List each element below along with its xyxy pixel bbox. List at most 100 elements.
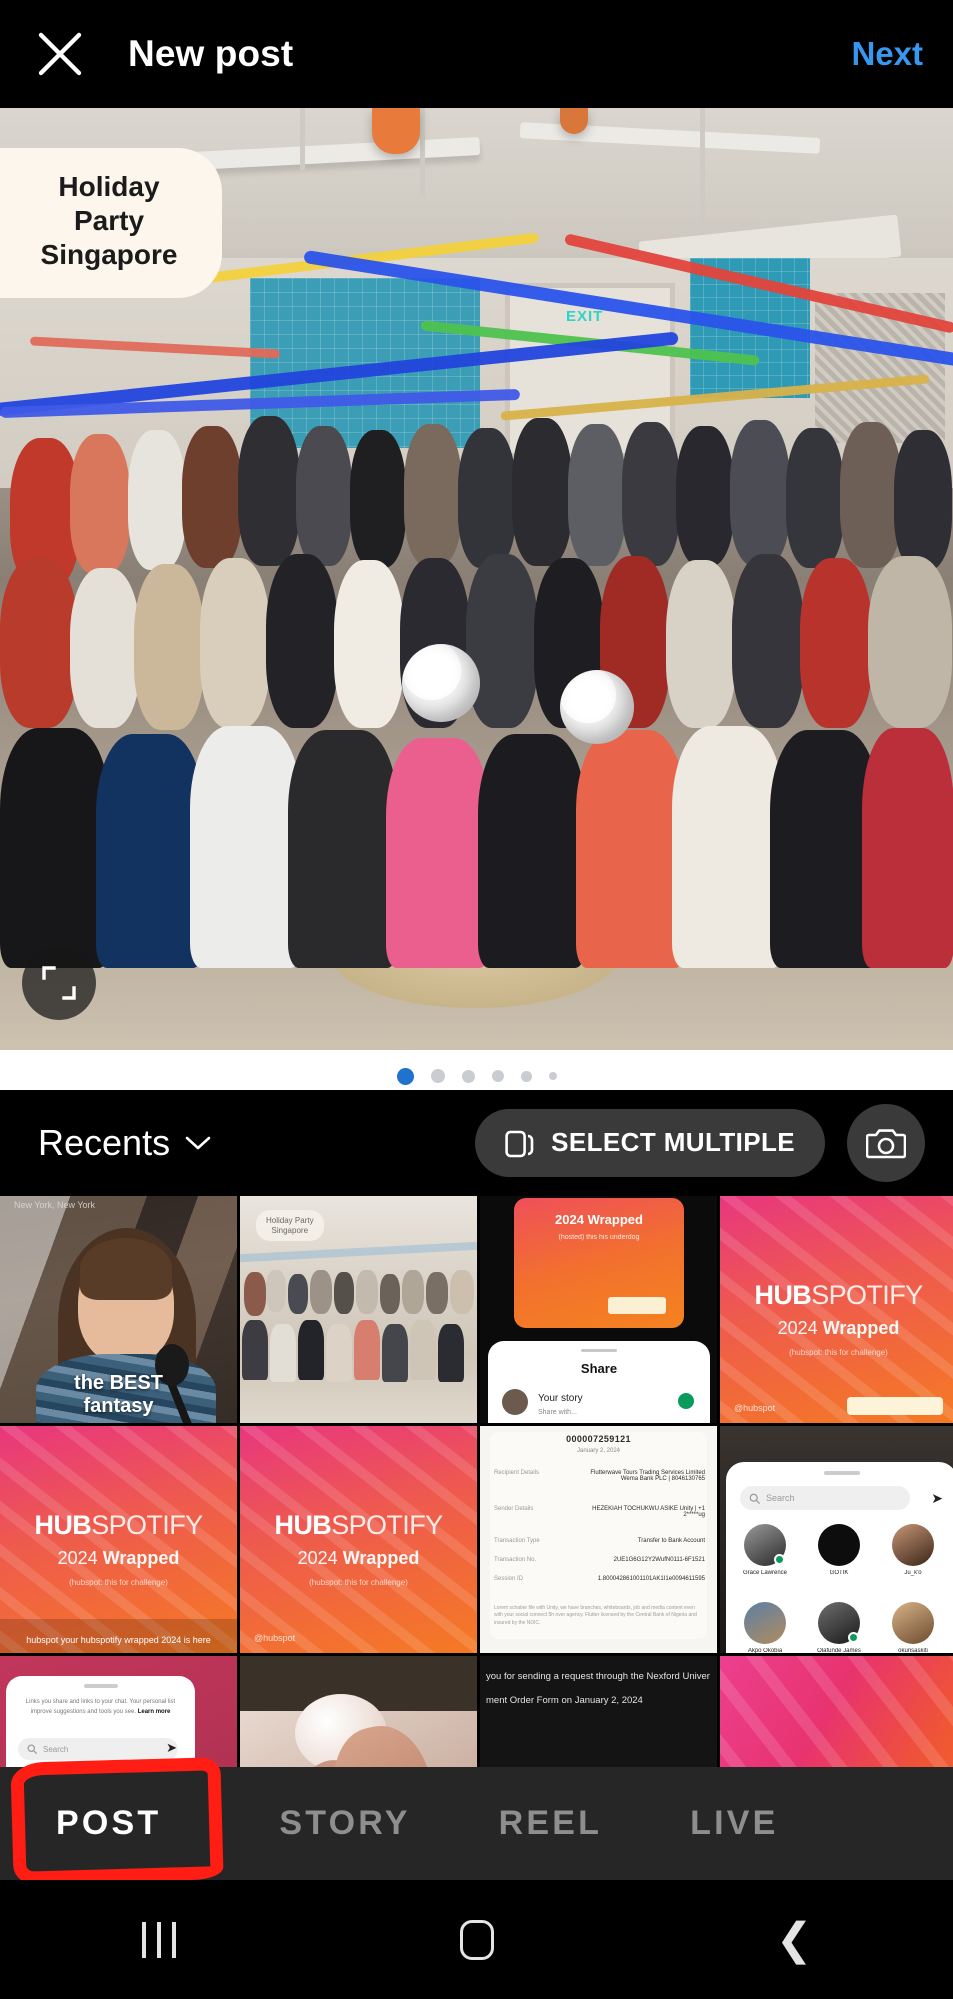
receipt-date: January 2, 2024 xyxy=(576,1448,621,1454)
brand-bold: HUB xyxy=(34,1510,92,1540)
dot-active[interactable] xyxy=(396,1067,414,1085)
gallery-thumb[interactable]: Search ➤ Grace Lawrence GOTIK Ju_k'o Akp… xyxy=(720,1426,953,1653)
share-icon: ➤ xyxy=(166,1740,177,1755)
select-multiple-label: SELECT MULTIPLE xyxy=(551,1127,795,1157)
wrapped-word: Wrapped xyxy=(102,1548,180,1568)
gallery-thumb[interactable]: HUBSPOTIFY 2024 Wrapped (hubspot: this f… xyxy=(720,1196,953,1423)
page-title: New post xyxy=(128,33,294,74)
search-field: Search xyxy=(18,1738,178,1760)
wrapped-year: 2024 xyxy=(777,1318,818,1338)
gallery-thumb[interactable]: New York, New York the BEST fantasy xyxy=(0,1196,237,1423)
brand-wordmark: HUBSPOTIFY xyxy=(720,1280,953,1311)
tab-live[interactable]: LIVE xyxy=(690,1804,778,1843)
capture-mode-tabs: POST STORY REEL LIVE xyxy=(0,1757,953,1885)
avatar xyxy=(818,1602,860,1644)
avatar xyxy=(892,1524,934,1566)
your-story-sub: Share with... xyxy=(538,1409,577,1416)
gallery-thumb[interactable]: 000007259121 January 2, 2024 Recipient D… xyxy=(480,1426,717,1653)
android-nav-bar: ❮ xyxy=(0,1880,953,1999)
gallery-thumb[interactable]: HUBSPOTIFY 2024 Wrapped (hubspot: this f… xyxy=(240,1426,477,1653)
send-badge xyxy=(678,1393,694,1409)
row-key: Transaction Type xyxy=(494,1538,540,1544)
row-key: Session ID xyxy=(494,1576,524,1582)
back-button[interactable]: ❮ xyxy=(635,1914,953,1964)
wrapped-chip xyxy=(847,1397,943,1415)
dot[interactable] xyxy=(548,1072,557,1080)
wrapped-title: 2024 Wrapped xyxy=(555,1212,643,1227)
wrapped-subtitle: 2024 Wrapped xyxy=(0,1548,237,1569)
online-badge xyxy=(774,1554,785,1565)
contact-name: GOTIK xyxy=(829,1570,849,1576)
row-key: Recipient Details xyxy=(494,1470,540,1476)
sticker-line-1: Holiday Party xyxy=(58,171,160,237)
dot[interactable] xyxy=(520,1070,532,1082)
wrapped-word: Wrapped xyxy=(822,1318,900,1338)
learn-more-link[interactable]: Learn more xyxy=(138,1709,171,1715)
wrapped-year: 2024 xyxy=(57,1548,98,1568)
gallery-thumb[interactable]: 2024 Wrapped (hosted) this his underdog … xyxy=(480,1196,717,1423)
expand-crop-icon[interactable] xyxy=(22,946,96,1020)
photo-caption-sticker: Holiday Party Singapore xyxy=(0,148,222,299)
crowd-of-people xyxy=(0,408,953,968)
tab-post[interactable]: POST xyxy=(56,1804,161,1843)
gallery-thumb[interactable]: Holiday Party Singapore xyxy=(240,1196,477,1423)
gallery-thumb[interactable]: HUBSPOTIFY 2024 Wrapped (hubspot: this f… xyxy=(0,1426,237,1653)
dot[interactable] xyxy=(461,1069,475,1083)
camera-button[interactable] xyxy=(847,1103,925,1182)
sheet-grabber xyxy=(83,1684,118,1688)
row-key: Sender Details xyxy=(494,1506,534,1512)
avatar xyxy=(744,1602,786,1644)
caption-line-1: the BEST xyxy=(74,1372,163,1395)
handle-text: @hubspot xyxy=(734,1403,776,1413)
contact-item: okunsaskiti xyxy=(890,1602,936,1653)
brand-light: SPOTIFY xyxy=(331,1510,443,1540)
email-line-1: you for sending a request through the Ne… xyxy=(486,1671,710,1682)
contact-item: GOTIK xyxy=(816,1524,862,1576)
tab-post-wrapper: POST xyxy=(10,1757,224,1885)
contact-item: Grace Lawrence xyxy=(742,1524,788,1576)
tab-story[interactable]: STORY xyxy=(279,1804,410,1843)
share-sheet-title: Share xyxy=(580,1361,618,1376)
row-value: Flutterwave Tours Trading Services Limit… xyxy=(590,1470,705,1482)
dot[interactable] xyxy=(430,1069,445,1083)
contact-item: Ju_k'o xyxy=(890,1524,936,1576)
select-multiple-button[interactable]: SELECT MULTIPLE xyxy=(475,1108,825,1177)
sheet-blurb: Links you share and links to your chat. … xyxy=(18,1698,183,1717)
image-preview[interactable]: EXIT Holiday Party Singapore xyxy=(0,108,953,1050)
brand-bold: HUB xyxy=(274,1510,332,1540)
brand-wordmark: HUBSPOTIFY xyxy=(240,1510,477,1541)
sheet-grabber xyxy=(823,1471,860,1475)
layers-icon xyxy=(505,1130,534,1157)
receipt-row: Sender Details HEZEKIAH TOCHUKWU ASIKE U… xyxy=(494,1506,705,1518)
your-story-label: Your story xyxy=(538,1393,583,1404)
wrapped-fine-print: (hubspot: this for challenge) xyxy=(69,1578,168,1587)
contact-name: Grace Lawrence xyxy=(742,1570,788,1576)
row-value: HEZEKIAH TOCHUKWU ASIKE Unity | +1 2****… xyxy=(592,1506,705,1518)
receipt-row: Recipient Details Flutterwave Tours Trad… xyxy=(494,1470,705,1482)
subject-fringe xyxy=(80,1238,172,1300)
avatar xyxy=(502,1389,528,1415)
ceiling-pipe xyxy=(420,108,425,196)
app-header: New post Next xyxy=(0,0,953,108)
wrapped-sub: (hosted) this his underdog xyxy=(558,1234,640,1241)
search-placeholder: Search xyxy=(766,1493,795,1503)
search-placeholder: Search xyxy=(43,1744,69,1754)
row-value: Transfer to Bank Account xyxy=(637,1538,705,1544)
close-icon[interactable] xyxy=(18,12,102,96)
avatar xyxy=(892,1602,934,1644)
row-key: Transaction No. xyxy=(494,1557,537,1563)
contact-name: Ju_k'o xyxy=(904,1570,922,1576)
tab-reel[interactable]: REEL xyxy=(499,1804,602,1843)
share-sheet: Search ➤ Grace Lawrence GOTIK Ju_k'o Akp… xyxy=(726,1462,953,1653)
album-selector[interactable]: Recents xyxy=(38,1122,212,1164)
recents-button[interactable] xyxy=(0,1921,318,1958)
sticker-line-2: Singapore xyxy=(40,239,178,271)
next-button[interactable]: Next xyxy=(851,35,923,73)
back-icon: ❮ xyxy=(775,1914,813,1964)
wrapped-year: 2024 xyxy=(297,1548,338,1568)
wrapped-chip xyxy=(608,1297,666,1314)
online-badge xyxy=(848,1632,859,1643)
dot[interactable] xyxy=(491,1070,504,1082)
ceiling-pipe xyxy=(300,108,305,170)
home-button[interactable] xyxy=(318,1919,636,1960)
